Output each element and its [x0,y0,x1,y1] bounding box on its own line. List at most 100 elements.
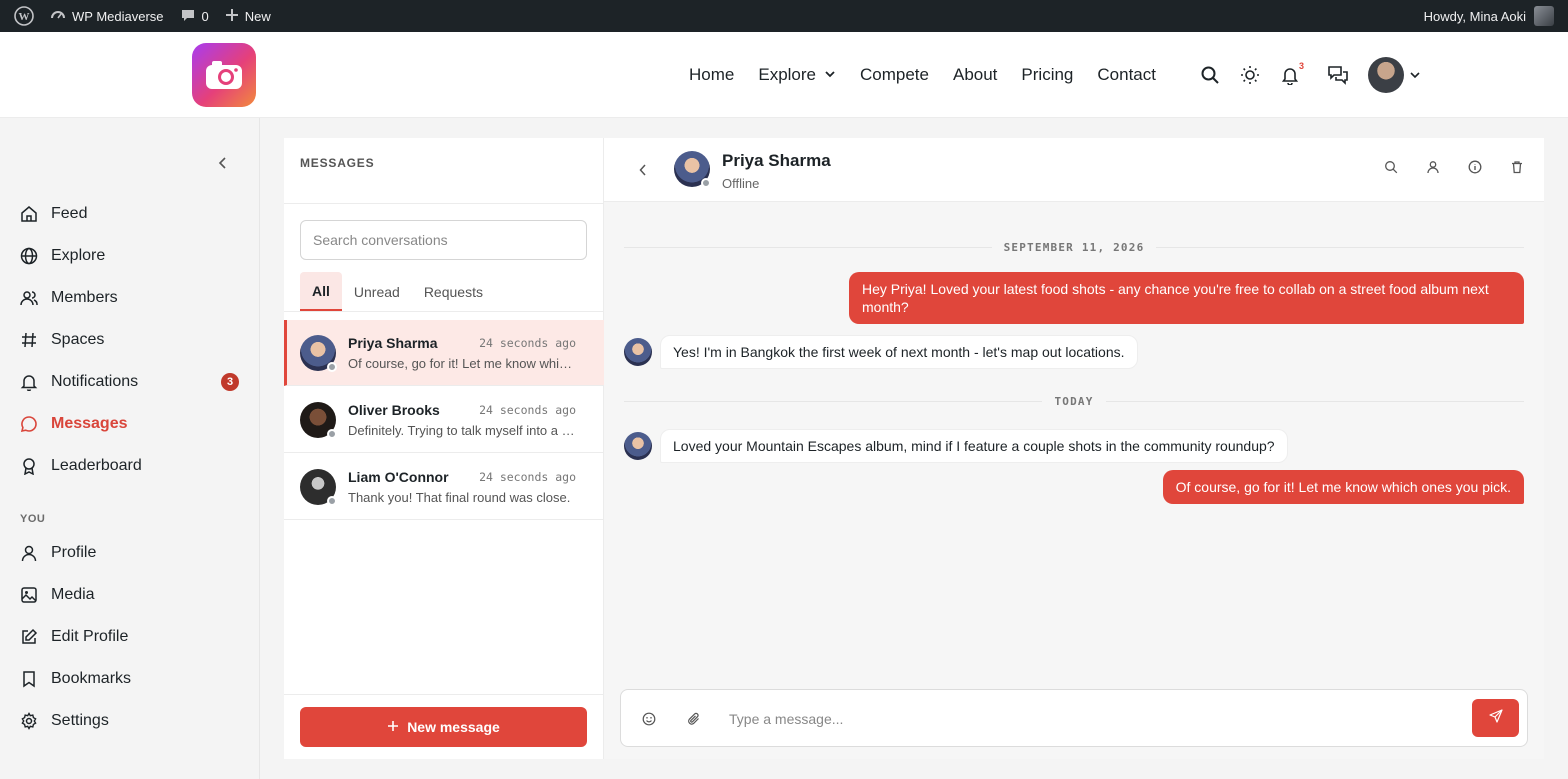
plus-icon [387,719,399,735]
chat-actions [1382,158,1526,176]
sidebar-item-label: Media [51,586,95,603]
theme-toggle-sun-icon[interactable] [1230,55,1270,95]
wordpress-logo-icon[interactable]: W [6,0,42,32]
nav-pricing-label: Pricing [1021,65,1074,84]
avatar [624,338,652,366]
notifications-badge: 3 [221,373,239,391]
new-content-link[interactable]: New [217,0,279,32]
nav-about[interactable]: About [941,65,1009,85]
divider [284,311,604,312]
sidebar-item-leaderboard[interactable]: Leaderboard [20,454,240,478]
message-incoming-row: Loved your Mountain Escapes album, mind … [624,429,1288,463]
nav-compete-label: Compete [860,65,929,84]
nav-pricing[interactable]: Pricing [1009,65,1085,85]
send-button[interactable] [1472,699,1519,737]
camera-logo-icon[interactable] [192,43,256,107]
sidebar-item-label: Notifications [51,373,139,390]
sidebar-item-spaces[interactable]: Spaces [20,328,240,352]
offline-status-dot [701,178,711,188]
tab-unread[interactable]: Unread [342,272,412,311]
bookmark-icon [20,670,38,688]
new-label: New [244,8,271,24]
new-message-label: New message [407,719,500,735]
conversation-preview: Thank you! That final round was close. [348,490,571,505]
sidebar-item-label: Edit Profile [51,628,129,645]
tab-requests[interactable]: Requests [412,272,495,311]
comments-count: 0 [201,8,209,24]
attach-paperclip-icon[interactable] [684,709,704,729]
conversation-item-priya[interactable]: Priya Sharma 24 seconds ago Of course, g… [284,320,604,386]
nav-contact[interactable]: Contact [1085,65,1168,85]
emoji-smile-icon[interactable] [639,709,659,729]
nav-compete[interactable]: Compete [848,65,941,85]
search-icon[interactable] [1190,55,1230,95]
delete-trash-icon[interactable] [1508,158,1526,176]
sidebar-item-members[interactable]: Members [20,286,240,310]
sidebar-item-explore[interactable]: Explore [20,244,240,268]
divider [284,694,604,695]
message-outgoing: Hey Priya! Loved your latest food shots … [849,272,1524,324]
site-name: WP Mediaverse [72,8,164,24]
tab-all[interactable]: All [300,272,342,311]
nav-explore-label: Explore [758,65,816,84]
chat-panel: Priya Sharma Offline SEPTEMBER 11, 2026 … [604,138,1544,759]
user-avatar[interactable] [1368,57,1404,93]
back-chevron-left-icon[interactable] [634,161,652,179]
sidebar-item-feed[interactable]: Feed [20,202,240,226]
date-separator: SEPTEMBER 11, 2026 [624,239,1524,255]
image-icon [20,586,38,604]
offline-status-dot [327,429,337,439]
search-in-chat-icon[interactable] [1382,158,1400,176]
messages-title: MESSAGES [300,156,375,170]
sidebar-item-label: Leaderboard [51,457,142,474]
sidebar-item-label: Feed [51,205,88,222]
nav-about-label: About [952,65,998,84]
date-label: SEPTEMBER 11, 2026 [1003,240,1145,254]
conversation-item-oliver[interactable]: Oliver Brooks 24 seconds ago Definitely.… [284,387,604,453]
conversation-item-liam[interactable]: Liam O'Connor 24 seconds ago Thank you! … [284,454,604,520]
comments-link[interactable]: 0 [172,0,217,32]
my-account[interactable]: Howdy, Mina Aoki [1424,6,1568,26]
sidebar-item-media[interactable]: Media [20,583,240,607]
message-outgoing: Of course, go for it! Let me know which … [1162,470,1524,504]
conversation-tabs: All Unread Requests [300,272,495,312]
main-nav: Home Explore Compete About Pricing Conta… [677,32,1168,118]
sidebar-item-settings[interactable]: Settings [20,709,240,733]
sidebar-item-profile[interactable]: Profile [20,541,240,565]
notifications-bell-icon[interactable]: 3 [1270,55,1310,95]
site-header: Home Explore Compete About Pricing Conta… [0,32,1568,118]
chat-bubbles-icon[interactable] [1318,55,1358,95]
date-label: TODAY [1054,394,1094,408]
sidebar-item-bookmarks[interactable]: Bookmarks [20,667,240,691]
view-profile-user-icon[interactable] [1424,158,1442,176]
collapse-sidebar-chevron-left-icon[interactable] [214,154,232,172]
comment-icon [180,7,196,26]
search-conversations-input[interactable] [300,220,587,260]
conversation-preview: Of course, go for it! Let me know which … [348,356,576,371]
edit-icon [20,628,38,646]
award-icon [20,457,38,475]
offline-status-dot [327,496,337,506]
sidebar-item-messages[interactable]: Messages [20,412,240,436]
nav-explore[interactable]: Explore [746,65,848,85]
account-chevron-down-icon[interactable] [1404,55,1426,95]
contact-name[interactable]: Priya Sharma [722,151,831,171]
site-name-link[interactable]: WP Mediaverse [42,0,172,32]
chat-header: Priya Sharma Offline [604,138,1544,202]
nav-home-label: Home [689,65,735,84]
conversation-time: 24 seconds ago [479,336,576,350]
conversation-name: Priya Sharma [348,335,438,351]
sidebar-section-you: YOU [20,513,46,525]
new-message-button[interactable]: New message [300,707,587,747]
sidebar-item-notifications[interactable]: Notifications 3 [20,370,240,394]
chevron-down-icon [824,65,836,85]
nav-home[interactable]: Home [677,65,746,85]
sidebar-item-edit-profile[interactable]: Edit Profile [20,625,240,649]
message-composer [620,689,1528,747]
contact-status: Offline [722,176,760,191]
message-input[interactable] [729,705,1459,733]
admin-avatar [1534,6,1554,26]
conversation-name: Oliver Brooks [348,402,440,418]
info-icon[interactable] [1466,158,1484,176]
sidebar-item-label: Profile [51,544,97,561]
